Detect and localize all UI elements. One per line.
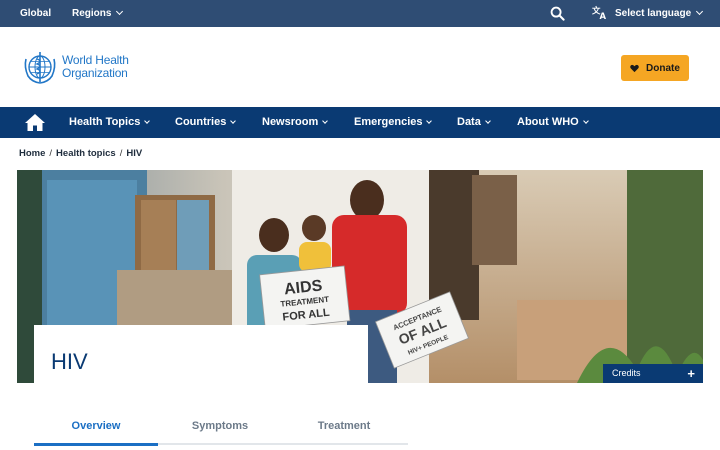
nav-data[interactable]: Data (457, 107, 491, 138)
tab-symptoms[interactable]: Symptoms (158, 420, 282, 432)
nav-label: Health Topics (69, 116, 141, 128)
home-button[interactable] (24, 113, 46, 137)
who-emblem-icon (24, 52, 56, 84)
nav-health-topics[interactable]: Health Topics (69, 107, 151, 138)
page-title-box: HIV (34, 325, 368, 383)
tab-overview[interactable]: Overview (34, 420, 158, 432)
breadcrumb-separator: / (119, 148, 123, 159)
language-label: Select language (615, 8, 692, 19)
donate-button[interactable]: Donate (621, 55, 689, 81)
utility-bar: Global Regions 文 A Select language (0, 0, 720, 27)
chevron-down-icon (582, 118, 589, 124)
chevron-down-icon (485, 118, 491, 124)
global-link[interactable]: Global (20, 0, 51, 27)
logo-line-2: Organization (62, 66, 128, 80)
who-logo[interactable]: World Health Organization (22, 49, 129, 85)
language-dropdown[interactable]: Select language (615, 0, 704, 27)
topic-tabs: Overview Symptoms Treatment (34, 408, 408, 446)
nav-emergencies[interactable]: Emergencies (354, 107, 433, 138)
global-label: Global (20, 8, 52, 19)
page-title: HIV (51, 349, 88, 374)
breadcrumb-home[interactable]: Home (19, 148, 45, 159)
nav-about-who[interactable]: About WHO (517, 107, 589, 138)
tab-label: Treatment (317, 420, 371, 432)
credits-label: Credits (612, 368, 641, 378)
chevron-down-icon (116, 7, 124, 16)
nav-label: About WHO (517, 116, 579, 128)
nav-label: Data (457, 116, 481, 128)
chevron-down-icon (426, 118, 433, 124)
active-tab-indicator (34, 443, 158, 446)
donate-label: Donate (646, 62, 680, 74)
tab-label: Overview (71, 420, 121, 432)
regions-dropdown[interactable]: Regions (72, 0, 124, 27)
chevron-down-icon (322, 118, 329, 124)
breadcrumb: Home / Health topics / HIV (19, 148, 142, 159)
heart-icon (630, 64, 639, 72)
regions-label: Regions (72, 8, 112, 19)
search-icon (550, 6, 565, 21)
translate-icon: 文 A (592, 5, 607, 21)
nav-label: Emergencies (354, 116, 423, 128)
site-header: World Health Organization Donate (0, 27, 720, 107)
svg-text:A: A (600, 11, 607, 20)
nav-label: Countries (175, 116, 227, 128)
breadcrumb-separator: / (49, 148, 53, 159)
logo-wordmark: World Health Organization (62, 54, 129, 80)
plus-icon: + (687, 366, 695, 381)
credits-button[interactable]: Credits + (603, 364, 703, 383)
chevron-down-icon (696, 7, 704, 16)
nav-countries[interactable]: Countries (175, 107, 237, 138)
nav-newsroom[interactable]: Newsroom (262, 107, 329, 138)
chevron-down-icon (144, 118, 151, 124)
breadcrumb-health-topics[interactable]: Health topics (56, 148, 116, 159)
tab-treatment[interactable]: Treatment (282, 420, 406, 432)
tab-label: Symptoms (191, 420, 249, 432)
home-icon (25, 114, 45, 131)
nav-label: Newsroom (262, 116, 319, 128)
chevron-down-icon (230, 118, 237, 124)
main-navigation: Health Topics Countries Newsroom Emergen… (0, 107, 720, 138)
language-selector[interactable]: 文 A (592, 5, 607, 23)
breadcrumb-current: HIV (126, 148, 143, 159)
search-button[interactable] (550, 6, 565, 22)
